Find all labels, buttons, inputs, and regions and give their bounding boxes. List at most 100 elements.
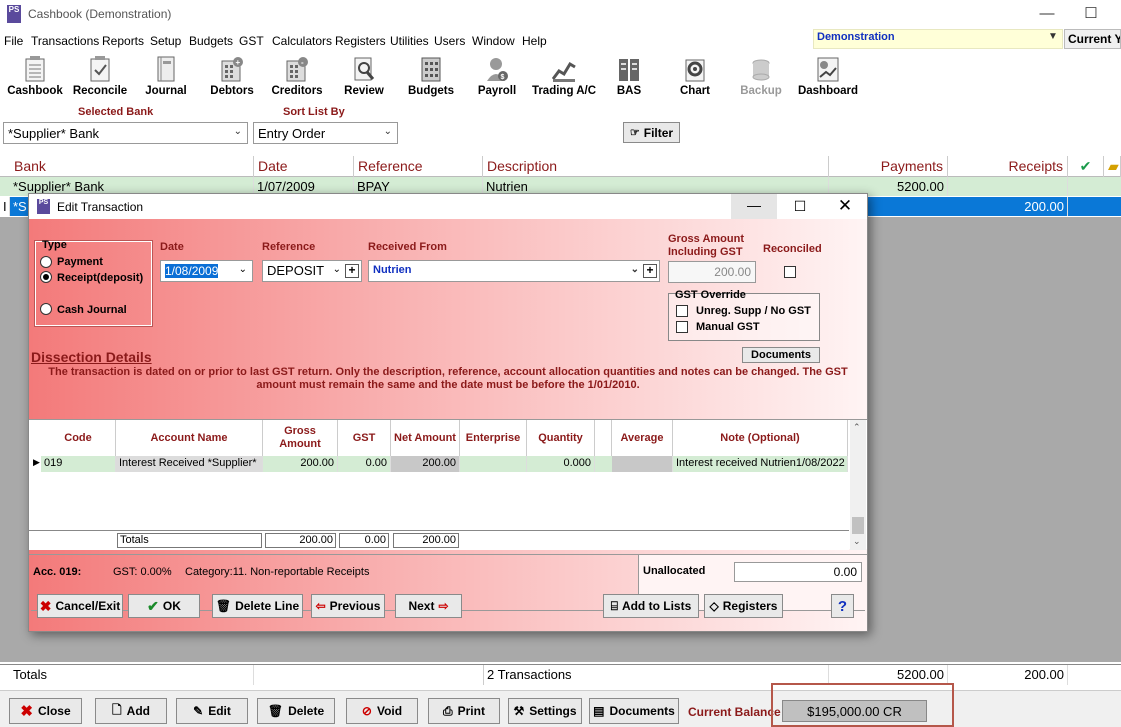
payroll-icon: $ [485, 55, 509, 83]
manual-gst-label[interactable]: Manual GST [696, 321, 760, 333]
dialog-app-icon: PS [37, 199, 50, 214]
sort-list-select[interactable]: Entry Order ⌄ [253, 122, 398, 144]
receipt-label[interactable]: Receipt(deposit) [57, 272, 143, 284]
menu-utilities[interactable]: Utilities [390, 34, 429, 48]
registers-button[interactable]: ◇ Registers [704, 594, 783, 618]
col-note[interactable]: Note (Optional) [673, 420, 848, 456]
creditors-icon: - [285, 55, 309, 83]
year-select[interactable]: Current Year [1064, 29, 1121, 49]
close-button[interactable]: ✖ Close [9, 698, 82, 724]
scroll-down-icon[interactable]: ⌄ [853, 536, 861, 547]
add-list-icon: ⌸ [610, 598, 618, 613]
documents-button[interactable]: ▤ Documents [589, 698, 679, 724]
ok-button[interactable]: ✔ OK [128, 594, 200, 618]
delete-line-button[interactable]: 🗑 Delete Line [212, 594, 303, 618]
reconciled-label: Reconciled [763, 243, 822, 255]
add-supplier-icon[interactable]: + [643, 264, 657, 278]
menu-reports[interactable]: Reports [102, 34, 144, 48]
scroll-up-icon[interactable]: ⌃ [853, 422, 861, 433]
chevron-down-icon: ⌄ [233, 126, 242, 137]
gross-amount-input[interactable]: 200.00 [668, 261, 756, 283]
cancel-exit-button[interactable]: ✖ Cancel/Exit [37, 594, 123, 618]
reconciled-checkbox[interactable] [784, 266, 796, 278]
col-gross-amount[interactable]: Gross Amount [263, 420, 338, 456]
menu-setup[interactable]: Setup [150, 34, 181, 48]
manual-gst-checkbox[interactable] [676, 321, 688, 333]
menu-window[interactable]: Window [472, 34, 515, 48]
dialog-close-icon[interactable]: ✕ [823, 194, 867, 219]
print-button[interactable]: ⎙ Print [428, 698, 500, 724]
settings-button[interactable]: ⚒ Settings [508, 698, 582, 724]
dialog-maximize-button[interactable]: ☐ [777, 194, 823, 219]
previous-button[interactable]: ⇦ Previous [311, 594, 385, 618]
budgets-button[interactable]: Budgets [404, 52, 458, 104]
filter-icon: ☞ [629, 127, 640, 139]
col-average[interactable]: Average [612, 420, 673, 456]
payment-label[interactable]: Payment [57, 256, 103, 268]
folder-icon: ▰ [1104, 156, 1121, 177]
menu-registers[interactable]: Registers [335, 34, 386, 48]
col-enterprise[interactable]: Enterprise [460, 420, 527, 456]
debtors-button[interactable]: + Debtors [205, 52, 259, 104]
maximize-button[interactable]: ☐ [1068, 0, 1114, 29]
dialog-body: Type Payment Receipt(deposit) Cash Journ… [29, 219, 867, 631]
add-reference-icon[interactable]: + [345, 264, 359, 278]
menu-users[interactable]: Users [434, 34, 465, 48]
delete-button[interactable]: 🗑 Delete [257, 698, 335, 724]
col-net-amount[interactable]: Net Amount [391, 420, 460, 456]
unreg-supp-label[interactable]: Unreg. Supp / No GST [696, 305, 811, 317]
help-button[interactable]: ? [831, 594, 854, 618]
menu-file[interactable]: File [4, 34, 23, 48]
company-select[interactable]: Demonstration [813, 29, 1063, 49]
col-reference[interactable]: Reference [354, 156, 483, 177]
bas-button[interactable]: BAS [612, 52, 646, 104]
col-bank[interactable]: Bank [10, 156, 254, 177]
trading-ac-button[interactable]: Trading A/C [528, 52, 600, 104]
reconcile-button[interactable]: Reconcile [70, 52, 130, 104]
dashboard-button[interactable]: Dashboard [796, 52, 860, 104]
void-button[interactable]: ⊘ Void [346, 698, 418, 724]
journal-button[interactable]: Journal [140, 52, 192, 104]
col-date[interactable]: Date [254, 156, 354, 177]
menu-help[interactable]: Help [522, 34, 547, 48]
chevron-down-icon[interactable]: ▼ [1048, 31, 1058, 42]
chevron-down-icon: ⌄ [238, 264, 247, 275]
col-quantity[interactable]: Quantity [527, 420, 595, 456]
next-button[interactable]: Next ⇨ [395, 594, 462, 618]
minimize-button[interactable]: — [1024, 0, 1070, 29]
col-code[interactable]: Code [41, 420, 116, 456]
documents-dialog-button[interactable]: Documents [742, 347, 820, 363]
col-description[interactable]: Description [483, 156, 829, 177]
menu-budgets[interactable]: Budgets [189, 34, 233, 48]
menu-calculators[interactable]: Calculators [272, 34, 332, 48]
date-input[interactable]: 1/08/2009 ⌄ [160, 260, 253, 282]
reference-input[interactable]: DEPOSIT ⌄ + [262, 260, 362, 282]
gst-warning-text: The transaction is dated on or prior to … [48, 366, 848, 391]
received-from-input[interactable]: Nutrien ⌄ + [368, 260, 660, 282]
creditors-button[interactable]: - Creditors [266, 52, 328, 104]
cash-journal-radio[interactable] [40, 303, 52, 315]
payroll-button[interactable]: $ Payroll [473, 52, 521, 104]
dialog-title-bar: PS Edit Transaction — ☐ ✕ [29, 194, 867, 219]
scroll-thumb[interactable] [852, 517, 864, 534]
unreg-supp-checkbox[interactable] [676, 305, 688, 317]
payment-radio[interactable] [40, 256, 52, 268]
review-button[interactable]: Review [338, 52, 390, 104]
cash-journal-label[interactable]: Cash Journal [57, 304, 127, 316]
col-receipts[interactable]: Receipts [948, 156, 1068, 177]
col-payments[interactable]: Payments [829, 156, 948, 177]
add-button[interactable]: 🗋 Add [95, 698, 167, 724]
menu-transactions[interactable]: Transactions [31, 34, 99, 48]
receipt-radio[interactable] [40, 271, 52, 283]
selected-bank-select[interactable]: *Supplier* Bank ⌄ [3, 122, 248, 144]
dialog-minimize-button[interactable]: — [731, 194, 777, 219]
cashbook-button[interactable]: Cashbook [4, 52, 66, 104]
filter-button[interactable]: ☞ Filter [623, 122, 680, 143]
add-to-lists-button[interactable]: ⌸ Add to Lists [603, 594, 699, 618]
backup-button[interactable]: Backup [737, 52, 785, 104]
col-account-name[interactable]: Account Name [116, 420, 263, 456]
menu-gst[interactable]: GST [239, 34, 264, 48]
chart-button[interactable]: Chart [675, 52, 715, 104]
edit-button[interactable]: ✎ Edit [176, 698, 248, 724]
col-gst[interactable]: GST [338, 420, 391, 456]
